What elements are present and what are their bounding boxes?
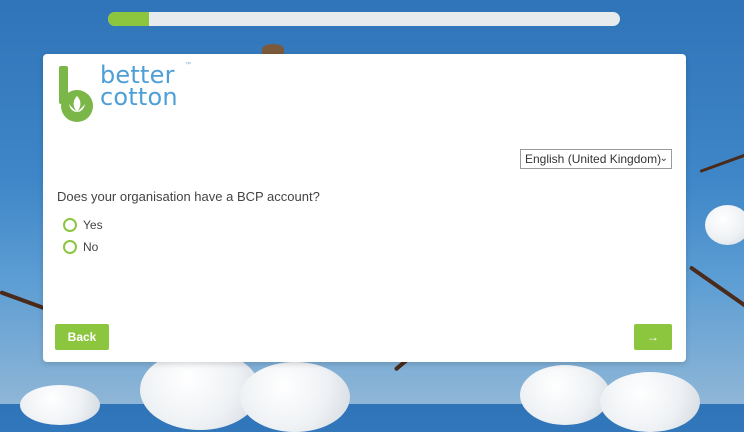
next-button[interactable]: →: [634, 324, 672, 350]
progress-bar: [108, 12, 620, 26]
option-yes-label: Yes: [83, 218, 103, 232]
logo-wordmark: better cotton: [100, 63, 178, 111]
arrow-right-icon: →: [647, 330, 659, 344]
chevron-down-icon: ⌄: [659, 153, 668, 164]
survey-card: better cotton ™ English (United Kingdom)…: [43, 54, 686, 362]
option-no-label: No: [83, 240, 99, 254]
option-no[interactable]: No: [63, 240, 98, 254]
language-select-value: English (United Kingdom): [525, 152, 662, 166]
language-select[interactable]: English (United Kingdom) ⌄: [520, 149, 672, 169]
trademark-mark: ™: [185, 62, 191, 68]
radio-yes[interactable]: [63, 218, 77, 232]
radio-no[interactable]: [63, 240, 77, 254]
question-text: Does your organisation have a BCP accoun…: [57, 189, 320, 204]
progress-fill: [108, 12, 149, 26]
better-cotton-logo: better cotton ™: [55, 62, 195, 126]
option-yes[interactable]: Yes: [63, 218, 103, 232]
logo-line2: cotton: [100, 83, 178, 111]
back-button[interactable]: Back: [55, 324, 109, 350]
cotton-leaf-icon: [59, 66, 93, 122]
